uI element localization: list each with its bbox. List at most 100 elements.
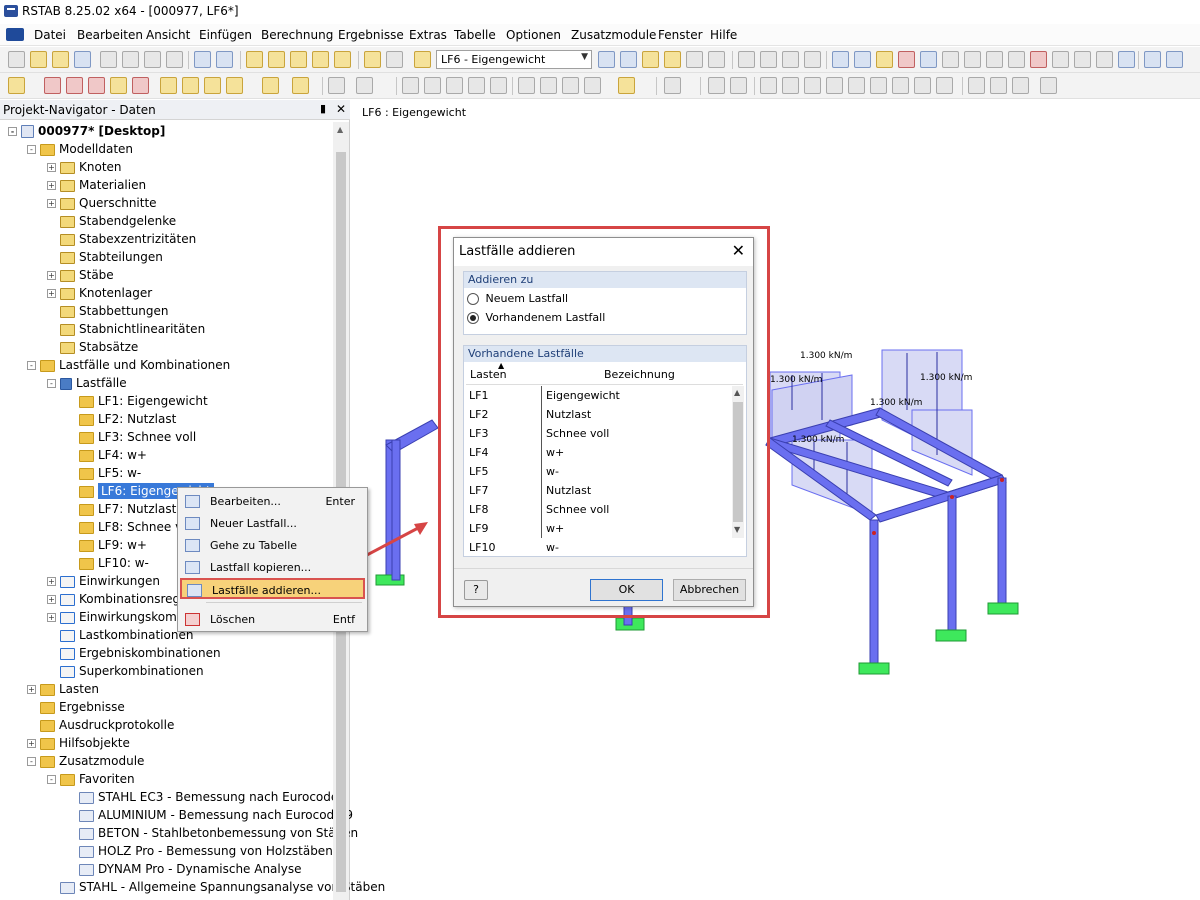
window-icon[interactable] xyxy=(334,51,351,68)
reaction-py-icon[interactable] xyxy=(914,77,931,94)
tree-item[interactable]: + Lasten xyxy=(27,680,99,698)
view-x-icon[interactable] xyxy=(424,77,441,94)
collapse-icon[interactable]: - xyxy=(27,145,36,154)
panel-icon[interactable] xyxy=(1040,77,1057,94)
delete-icon[interactable] xyxy=(1030,51,1047,68)
help-button[interactable]: ? xyxy=(464,580,488,600)
tree-item[interactable]: - 000977* [Desktop] xyxy=(8,122,165,140)
grid-icon[interactable] xyxy=(854,51,871,68)
tree-item[interactable]: + Stäbe xyxy=(47,266,114,284)
tree-item[interactable]: DYNAM Pro - Dynamische Analyse xyxy=(66,860,301,878)
menu-item-edit[interactable]: Bearbeiten... Enter xyxy=(180,491,365,512)
extreme-values-icon[interactable] xyxy=(708,51,725,68)
menu-ergebnisse[interactable]: Ergebnisse xyxy=(338,28,404,42)
radio-new-load-case-indicator[interactable] xyxy=(467,293,479,305)
open-project-icon[interactable] xyxy=(52,51,69,68)
tree-item[interactable]: Stabendgelenke xyxy=(47,212,176,230)
table-row[interactable]: LF5 w- xyxy=(466,462,732,481)
scroll-up-icon[interactable]: ▲ xyxy=(734,388,740,397)
view-box-icon[interactable] xyxy=(490,77,507,94)
radio-new-load-case[interactable]: Neuem Lastfall xyxy=(467,292,568,305)
dimension-icon[interactable] xyxy=(328,77,345,94)
expand-icon[interactable]: + xyxy=(47,613,56,622)
radio-existing-load-case[interactable]: Vorhandenem Lastfall xyxy=(467,311,605,324)
axis-y-icon[interactable] xyxy=(540,77,557,94)
scale-icon[interactable] xyxy=(942,51,959,68)
ok-button[interactable]: OK xyxy=(590,579,663,601)
collapse-icon[interactable]: - xyxy=(8,127,17,136)
tree-item[interactable]: Ausdruckprotokolle xyxy=(27,716,174,734)
new-node-icon[interactable] xyxy=(8,77,25,94)
animation-icon[interactable] xyxy=(738,51,755,68)
menu-item-add-load-cases[interactable]: Lastfälle addieren... xyxy=(180,578,365,599)
table-row[interactable]: LF2 Nutzlast xyxy=(466,405,732,424)
axis-x-icon[interactable] xyxy=(518,77,535,94)
scrollbar-thumb[interactable] xyxy=(733,402,743,522)
collapse-icon[interactable]: - xyxy=(27,757,36,766)
grid-view-icon[interactable] xyxy=(990,77,1007,94)
model-check-icon[interactable] xyxy=(1118,51,1135,68)
edit-icon[interactable] xyxy=(246,51,263,68)
tree-item[interactable]: - Zusatzmodule xyxy=(27,752,144,770)
print-preview-icon[interactable] xyxy=(144,51,161,68)
imposed-deformation-icon[interactable] xyxy=(262,77,279,94)
scroll-down-icon[interactable]: ▼ xyxy=(734,525,740,534)
open-file-icon[interactable] xyxy=(30,51,47,68)
export-icon[interactable] xyxy=(1144,51,1161,68)
table-row[interactable]: LF7 Nutzlast xyxy=(466,481,732,500)
column-name[interactable]: Bezeichnung xyxy=(604,368,675,381)
nodal-load-icon[interactable] xyxy=(160,77,177,94)
tree-item[interactable]: Ergebnisse xyxy=(27,698,125,716)
tree-item[interactable]: LF9: w+ xyxy=(66,536,147,554)
internal-force-icon[interactable] xyxy=(760,77,777,94)
tree-item[interactable]: BETON - Stahlbetonbemessung von Stäben xyxy=(66,824,358,842)
force-n-icon[interactable] xyxy=(782,77,799,94)
close-icon[interactable]: ✕ xyxy=(732,241,745,260)
menu-datei[interactable]: Datei xyxy=(34,28,66,42)
scroll-up-icon[interactable]: ▲ xyxy=(337,125,343,134)
show-values-icon[interactable] xyxy=(664,51,681,68)
tree-item[interactable]: - Lastfälle xyxy=(47,374,127,392)
tree-item[interactable]: Stabexzentrizitäten xyxy=(47,230,196,248)
menu-item-copy-load-case[interactable]: Lastfall kopieren... xyxy=(180,557,365,578)
tree-item[interactable]: + Knoten xyxy=(47,158,122,176)
print-icon[interactable] xyxy=(122,51,139,68)
save-icon[interactable] xyxy=(74,51,91,68)
menu-fenster[interactable]: Fenster xyxy=(658,28,703,42)
menu-item-new-load-case[interactable]: Neuer Lastfall... xyxy=(180,513,365,534)
expand-icon[interactable]: + xyxy=(47,271,56,280)
free-load-icon[interactable] xyxy=(226,77,243,94)
tree-item[interactable]: Stabteilungen xyxy=(47,248,163,266)
list-view-icon[interactable] xyxy=(1012,77,1029,94)
tree-item[interactable]: + Materialien xyxy=(47,176,146,194)
collapse-icon[interactable]: - xyxy=(27,361,36,370)
moment-my-icon[interactable] xyxy=(870,77,887,94)
tree-item[interactable]: Stabsätze xyxy=(47,338,138,356)
expand-icon[interactable]: + xyxy=(27,685,36,694)
measure-icon[interactable] xyxy=(1074,51,1091,68)
settings-icon[interactable] xyxy=(1096,51,1113,68)
tree-item[interactable]: Lastkombinationen xyxy=(47,626,193,644)
table-row[interactable]: LF1 Eigengewicht xyxy=(466,386,732,405)
undo-icon[interactable] xyxy=(194,51,211,68)
table-view-icon[interactable] xyxy=(968,77,985,94)
table-row[interactable]: LF9 w+ xyxy=(466,519,732,538)
redo-icon[interactable] xyxy=(216,51,233,68)
rotate-icon[interactable] xyxy=(898,51,915,68)
menu-item-delete[interactable]: Löschen Entf xyxy=(180,609,365,630)
load-case-icon[interactable] xyxy=(414,51,431,68)
menu-ansicht[interactable]: Ansicht xyxy=(146,28,190,42)
support-icon[interactable] xyxy=(110,77,127,94)
import-icon[interactable] xyxy=(1166,51,1183,68)
tree-item[interactable]: LF3: Schnee voll xyxy=(66,428,196,446)
tree-item[interactable]: Stabbettungen xyxy=(47,302,169,320)
tree-item[interactable]: + Einwirkungen xyxy=(47,572,160,590)
menu-optionen[interactable]: Optionen xyxy=(506,28,561,42)
pin-icon[interactable]: ▮ xyxy=(320,102,326,115)
close-icon[interactable]: ✕ xyxy=(336,102,346,116)
collapse-icon[interactable]: - xyxy=(47,775,56,784)
member-load-icon[interactable] xyxy=(182,77,199,94)
load-case-select[interactable]: LF6 - Eigengewicht ▼ xyxy=(436,50,592,69)
collapse-icon[interactable]: - xyxy=(47,379,56,388)
copy-icon[interactable] xyxy=(1052,51,1069,68)
